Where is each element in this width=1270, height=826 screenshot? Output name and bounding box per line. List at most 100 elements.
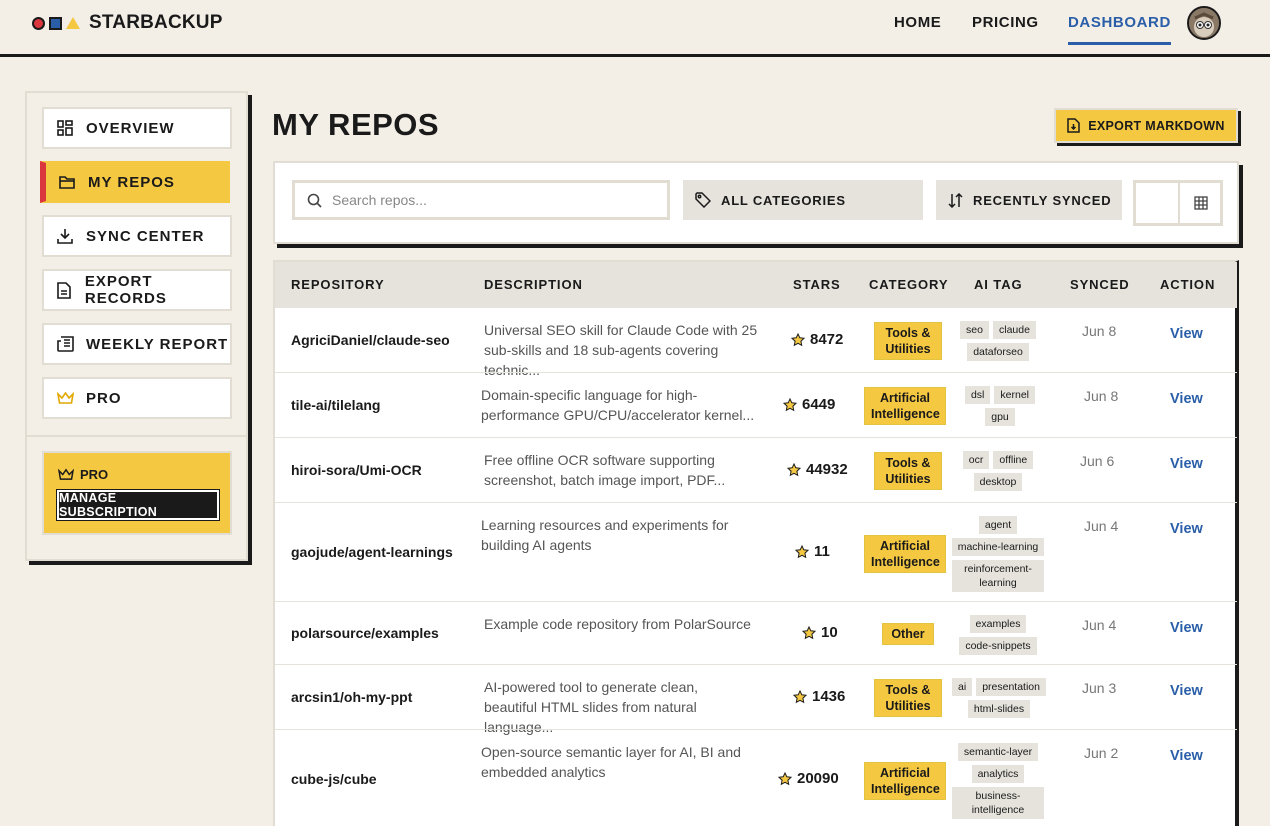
- stars-count: 44932: [806, 461, 848, 478]
- ai-tag: gpu: [985, 408, 1015, 426]
- ai-tag: examples: [969, 615, 1027, 633]
- ai-tag: agent: [978, 516, 1018, 534]
- repo-name[interactable]: polarsource/examples: [291, 625, 439, 641]
- synced-date: Jun 3: [1082, 680, 1117, 696]
- ai-tags: dsl kernel gpu: [950, 386, 1050, 426]
- sort-select[interactable]: RECENTLY SYNCED: [936, 180, 1122, 220]
- sidebar-item-label: EXPORT RECORDS: [84, 273, 167, 307]
- ai-tag: html-slides: [967, 700, 1031, 718]
- sidebar-item-pro[interactable]: PRO: [42, 377, 232, 419]
- nav-pricing[interactable]: PRICING: [972, 14, 1039, 31]
- ai-tag: dsl: [964, 386, 991, 404]
- logo-square-icon: [49, 16, 62, 30]
- nav-home[interactable]: HOME: [894, 14, 941, 31]
- column-header-ai-tag: AI TAG: [974, 277, 1023, 292]
- repo-name[interactable]: arcsin1/oh-my-ppt: [291, 689, 412, 705]
- star-icon: [787, 462, 801, 476]
- page-title: MY REPOS: [272, 107, 440, 142]
- list-view-button[interactable]: [1136, 183, 1178, 223]
- export-markdown-button[interactable]: EXPORT MARKDOWN: [1054, 108, 1238, 143]
- sidebar-item-sync-center[interactable]: SYNC CENTER: [42, 215, 232, 257]
- repo-description: Universal SEO skill for Claude Code with…: [484, 322, 758, 378]
- ai-tags: agent machine-learning reinforcement-lea…: [948, 516, 1048, 592]
- crown-icon: [56, 389, 74, 407]
- synced-date: Jun 4: [1084, 518, 1119, 534]
- view-link[interactable]: View: [1170, 748, 1203, 764]
- ai-tag: analytics: [971, 765, 1025, 783]
- view-link[interactable]: View: [1170, 521, 1203, 537]
- view-link[interactable]: View: [1170, 620, 1203, 636]
- stars-count: 11: [814, 543, 830, 560]
- repo-name[interactable]: hiroi-sora/Umi-OCR: [291, 462, 422, 478]
- avatar[interactable]: [1187, 6, 1221, 40]
- repo-stars: 1436: [793, 688, 845, 705]
- filter-bar: Search repos... ALL CATEGORIES RECENTLY …: [273, 161, 1239, 244]
- category-badge: Artificial Intelligence: [864, 762, 946, 800]
- ai-tag: semantic-layer: [957, 743, 1039, 761]
- ai-tag: desktop: [973, 473, 1023, 491]
- ai-tag: presentation: [976, 678, 1046, 696]
- sidebar-item-label: SYNC CENTER: [86, 227, 205, 245]
- grid-view-button[interactable]: [1180, 183, 1222, 223]
- star-icon: [778, 771, 792, 785]
- column-header-action: ACTION: [1160, 277, 1216, 292]
- star-icon: [793, 689, 807, 703]
- repo-name[interactable]: AgriciDaniel/claude-seo: [291, 332, 450, 348]
- grid-icon: [56, 119, 74, 137]
- sidebar-item-label: OVERVIEW: [86, 119, 175, 137]
- synced-date: Jun 8: [1082, 323, 1117, 339]
- sidebar-item-label: PRO: [86, 389, 122, 407]
- tag-icon: [695, 192, 711, 208]
- view-link[interactable]: View: [1170, 683, 1203, 699]
- grid-view-icon: [1194, 196, 1208, 210]
- ai-tags: seo claude dataforseo: [948, 321, 1048, 361]
- pro-card-title: PRO: [80, 467, 109, 482]
- column-header-repository[interactable]: REPOSITORY: [291, 277, 385, 292]
- column-header-stars[interactable]: STARS: [793, 277, 841, 292]
- synced-date: Jun 6: [1080, 453, 1115, 469]
- repos-table: REPOSITORY DESCRIPTION STARS CATEGORY AI…: [273, 260, 1239, 826]
- sidebar-item-my-repos[interactable]: MY REPOS: [40, 161, 230, 203]
- star-icon: [791, 332, 805, 346]
- ai-tag: machine-learning: [951, 538, 1045, 556]
- sort-value: RECENTLY SYNCED: [973, 192, 1112, 208]
- stars-count: 6449: [802, 396, 836, 413]
- repo-name[interactable]: cube-js/cube: [291, 771, 377, 787]
- pro-label: PRO: [58, 467, 108, 482]
- table-row: polarsource/examples Example code reposi…: [275, 601, 1237, 664]
- ai-tag: ai: [952, 678, 973, 696]
- repo-name[interactable]: tile-ai/tilelang: [291, 397, 380, 413]
- logo[interactable]: STARBACKUP: [32, 12, 223, 34]
- category-badge: Tools & Utilities: [874, 322, 942, 360]
- sidebar-item-overview[interactable]: OVERVIEW: [42, 107, 232, 149]
- column-header-category[interactable]: CATEGORY: [869, 277, 948, 292]
- nav-dashboard[interactable]: DASHBOARD: [1068, 14, 1171, 45]
- repo-stars: 8472: [791, 331, 843, 348]
- synced-date: Jun 2: [1084, 745, 1119, 761]
- top-navbar: STARBACKUP HOME PRICING DASHBOARD: [0, 0, 1270, 57]
- category-badge: Other: [882, 623, 934, 645]
- manage-subscription-button[interactable]: MANAGE SUBSCRIPTION: [56, 489, 220, 521]
- view-link[interactable]: View: [1170, 456, 1203, 472]
- column-header-synced[interactable]: SYNCED: [1070, 277, 1130, 292]
- ai-tags: ai presentation html-slides: [948, 678, 1050, 718]
- repo-name[interactable]: gaojude/agent-learnings: [291, 544, 453, 560]
- sidebar-item-export-records[interactable]: EXPORT RECORDS: [42, 269, 232, 311]
- stars-count: 1436: [812, 688, 846, 705]
- view-link[interactable]: View: [1170, 326, 1203, 342]
- ai-tag: claude: [992, 321, 1036, 339]
- view-link[interactable]: View: [1170, 391, 1203, 407]
- category-badge: Artificial Intelligence: [864, 535, 946, 573]
- category-filter-value: ALL CATEGORIES: [721, 192, 846, 208]
- star-icon: [802, 625, 816, 639]
- category-badge: Tools & Utilities: [874, 452, 942, 490]
- category-filter-select[interactable]: ALL CATEGORIES: [683, 180, 923, 220]
- stars-count: 20090: [797, 770, 839, 787]
- sidebar: OVERVIEW MY REPOS SYNC CENTER EXPORT REC…: [25, 91, 248, 561]
- sidebar-item-weekly-report[interactable]: WEEKLY REPORT: [42, 323, 232, 365]
- download-icon: [56, 227, 74, 245]
- repo-description: Example code repository from PolarSource: [484, 616, 751, 632]
- search-input[interactable]: Search repos...: [292, 180, 670, 220]
- pro-card: PRO MANAGE SUBSCRIPTION: [42, 451, 232, 535]
- ai-tag: dataforseo: [967, 343, 1029, 361]
